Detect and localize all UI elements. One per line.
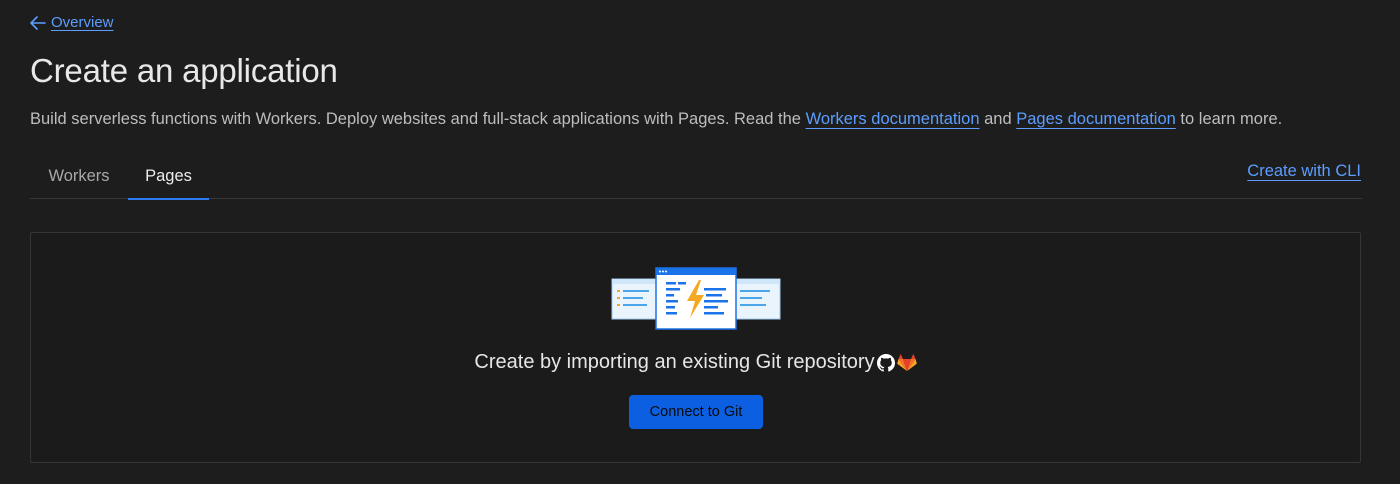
description-suffix: to learn more.	[1175, 110, 1283, 128]
application-type-tabs: Workers Pages Create with CLI	[30, 154, 1362, 200]
workers-documentation-link[interactable]: Workers documentation	[806, 110, 980, 128]
pages-git-import-card: Create by importing an existing Git repo…	[30, 232, 1361, 463]
description-prefix: Build serverless functions with Workers.…	[30, 110, 806, 128]
git-import-prompt-text: Create by importing an existing Git repo…	[474, 351, 875, 373]
page-description: Build serverless functions with Workers.…	[30, 110, 1282, 129]
tab-workers[interactable]: Workers	[30, 154, 128, 199]
gitlab-icon	[896, 353, 917, 372]
page-title: Create an application	[30, 52, 338, 89]
pages-illustration-icon	[611, 267, 781, 336]
pages-documentation-link[interactable]: Pages documentation	[1016, 110, 1176, 128]
arrow-left-icon	[30, 15, 46, 30]
github-icon	[876, 353, 895, 372]
create-application-page: Overview Create an application Build ser…	[0, 0, 1400, 484]
tab-pages[interactable]: Pages	[128, 154, 209, 200]
git-import-prompt: Create by importing an existing Git repo…	[31, 351, 1360, 374]
description-and: and	[979, 110, 1017, 128]
back-to-overview-link[interactable]: Overview	[30, 14, 114, 31]
connect-to-git-button[interactable]: Connect to Git	[629, 395, 763, 429]
create-with-cli-link[interactable]: Create with CLI	[1247, 162, 1361, 181]
back-link-label: Overview	[51, 14, 114, 31]
